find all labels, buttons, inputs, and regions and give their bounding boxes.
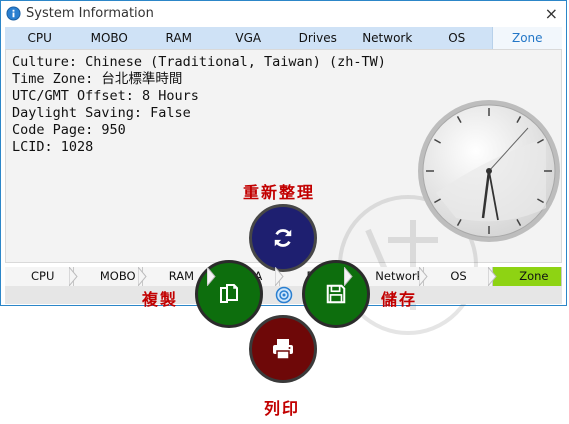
crumb-mobo[interactable]: MOBO <box>73 267 147 286</box>
close-button[interactable]: × <box>545 4 558 23</box>
tab-vga[interactable]: VGA <box>214 27 284 49</box>
utc-offset-line: UTC/GMT Offset: 8 Hours <box>12 88 199 104</box>
breadcrumb: CPU MOBO RAM VGA Drives Network OS Zone <box>5 267 563 286</box>
print-button[interactable] <box>249 315 317 383</box>
copy-label: 複製 <box>142 290 179 309</box>
tab-ram[interactable]: RAM <box>144 27 214 49</box>
copy-icon <box>220 284 238 303</box>
breadcrumb-chevron-icon <box>344 267 353 286</box>
save-label: 儲存 <box>381 290 418 309</box>
clock-icon <box>418 100 560 242</box>
time-zone-line: Time Zone: 台北標準時間 <box>12 71 183 87</box>
tab-os[interactable]: OS <box>422 27 492 49</box>
culture-line: Culture: Chinese (Traditional, Taiwan) (… <box>12 54 386 70</box>
menu-hub-icon[interactable] <box>275 286 293 304</box>
crumb-os[interactable]: OS <box>424 267 497 286</box>
tab-mobo[interactable]: MOBO <box>75 27 145 49</box>
breadcrumb-chevron-icon <box>275 267 285 286</box>
code-page-line: Code Page: 950 <box>12 122 126 138</box>
zone-info-text: Culture: Chinese (Traditional, Taiwan) (… <box>12 54 386 156</box>
tab-bar: CPU MOBO RAM VGA Drives Network OS Zone <box>5 27 562 49</box>
refresh-button[interactable] <box>249 204 317 272</box>
daylight-saving-line: Daylight Saving: False <box>12 105 191 121</box>
refresh-icon <box>274 229 292 247</box>
print-icon <box>273 339 293 360</box>
save-icon <box>326 284 346 304</box>
title-bar: System Information × <box>1 1 566 27</box>
crumb-zone[interactable]: Zone <box>493 267 563 286</box>
print-label: 列印 <box>264 399 301 418</box>
info-icon <box>6 6 21 21</box>
refresh-label: 重新整理 <box>243 183 316 202</box>
save-button[interactable] <box>302 260 370 328</box>
tab-cpu[interactable]: CPU <box>5 27 75 49</box>
crumb-cpu[interactable]: CPU <box>5 267 78 286</box>
breadcrumb-chevron-icon <box>488 267 497 286</box>
lcid-line: LCID: 1028 <box>12 139 94 155</box>
breadcrumb-chevron-icon <box>68 267 78 286</box>
breadcrumb-chevron-icon <box>419 267 428 286</box>
tab-drives[interactable]: Drives <box>283 27 353 49</box>
copy-button[interactable] <box>195 260 263 328</box>
tab-zone[interactable]: Zone <box>491 27 562 49</box>
window-title: System Information <box>26 6 154 21</box>
breadcrumb-chevron-icon <box>206 267 216 286</box>
tab-network[interactable]: Network <box>353 27 423 49</box>
breadcrumb-chevron-icon <box>137 267 147 286</box>
